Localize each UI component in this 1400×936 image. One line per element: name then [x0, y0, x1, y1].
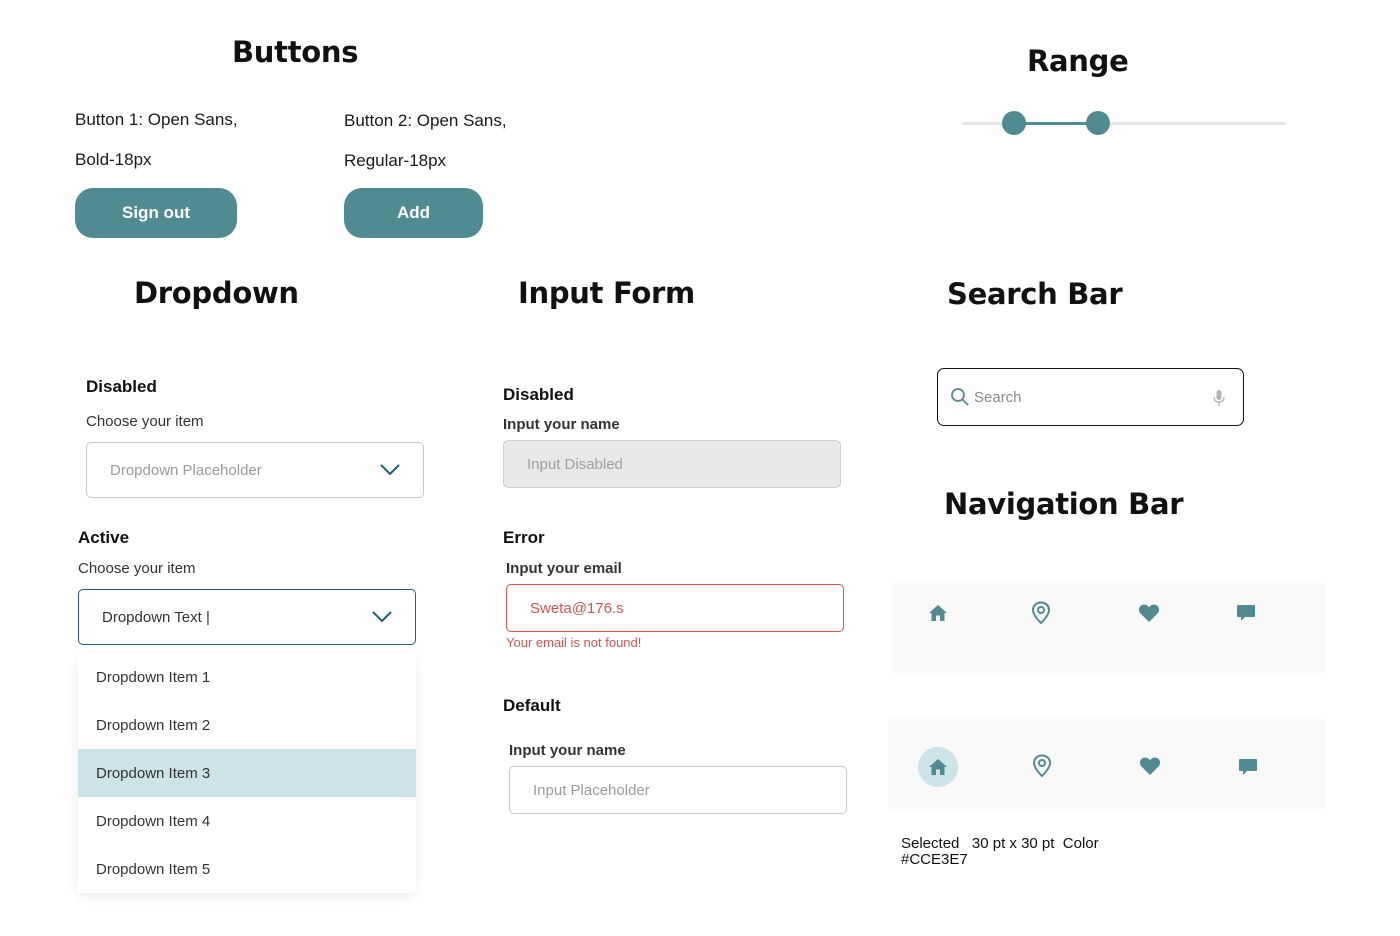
button1-description: Button 1: Open Sans,: [75, 110, 238, 129]
input-disabled-label: Input your name: [503, 416, 620, 433]
dropdown-item[interactable]: Dropdown Item 4: [78, 797, 416, 845]
dropdown-disabled: Dropdown Placeholder: [86, 442, 424, 498]
range-title: Range: [1027, 44, 1129, 78]
buttons-title: Buttons: [232, 35, 359, 69]
search-bar[interactable]: Search: [937, 368, 1244, 426]
dropdown-item[interactable]: Dropdown Item 5: [78, 845, 416, 893]
add-button[interactable]: Add: [344, 188, 483, 238]
dropdown-active-heading: Active: [78, 528, 130, 547]
search-icon: [950, 387, 970, 407]
heart-icon[interactable]: [1135, 751, 1165, 781]
email-field[interactable]: Sweta@176.s: [506, 584, 844, 632]
navigation-note-line: Selected 30 pt x 30 pt Color: [901, 835, 1099, 852]
dropdown-menu: Dropdown Item 1 Dropdown Item 2 Dropdown…: [78, 653, 416, 893]
dropdown-item-selected[interactable]: Dropdown Item 3: [78, 749, 416, 797]
search-input[interactable]: Search: [974, 389, 1022, 406]
dropdown-active-label: Choose your item: [78, 560, 196, 577]
chat-icon[interactable]: [1233, 752, 1263, 782]
chat-icon[interactable]: [1231, 598, 1261, 628]
home-icon[interactable]: [918, 747, 958, 787]
dropdown-item[interactable]: Dropdown Item 2: [78, 701, 416, 749]
dropdown-disabled-placeholder: Dropdown Placeholder: [110, 461, 262, 479]
range-thumb-high[interactable]: [1086, 111, 1111, 135]
dropdown-disabled-label: Choose your item: [86, 413, 204, 430]
microphone-icon[interactable]: [1213, 389, 1225, 411]
button2-description-font: Regular-18px: [344, 151, 447, 170]
dropdown-active-value: Dropdown Text |: [102, 608, 210, 626]
input-form-title: Input Form: [518, 276, 695, 310]
dropdown-disabled-heading: Disabled: [86, 377, 157, 396]
navigation-bar-selected: [888, 719, 1325, 809]
error-message: Your email is not found!: [506, 635, 642, 650]
home-icon[interactable]: [923, 598, 953, 628]
range-slider[interactable]: [962, 110, 1286, 138]
heart-icon[interactable]: [1134, 598, 1164, 628]
input-error-heading: Error: [503, 528, 545, 547]
range-thumb-low[interactable]: [1001, 111, 1026, 135]
button1-description-font: Bold-18px: [75, 150, 152, 169]
dropdown-active[interactable]: Dropdown Text |: [78, 589, 416, 645]
input-disabled-heading: Disabled: [503, 385, 574, 404]
name-field[interactable]: Input Placeholder: [509, 766, 847, 814]
search-bar-title: Search Bar: [947, 277, 1123, 311]
input-default-heading: Default: [503, 696, 561, 715]
input-default-label: Input your name: [509, 742, 626, 759]
navigation-bar-title: Navigation Bar: [944, 487, 1184, 521]
dropdown-item[interactable]: Dropdown Item 1: [78, 653, 416, 701]
input-disabled: Input Disabled: [503, 440, 841, 488]
chevron-down-icon: [379, 463, 401, 481]
navigation-bar-default: [892, 583, 1325, 673]
location-pin-icon[interactable]: [1026, 598, 1056, 628]
chevron-down-icon[interactable]: [371, 610, 393, 628]
input-error-label: Input your email: [506, 560, 622, 577]
navigation-selected-note: Selected 30 pt x 30 pt Color #CCE3E7: [901, 836, 1099, 868]
sign-out-button[interactable]: Sign out: [75, 188, 237, 238]
location-pin-icon[interactable]: [1027, 751, 1057, 781]
navigation-note-color: #CCE3E7: [901, 851, 968, 868]
button2-description: Button 2: Open Sans,: [344, 111, 507, 130]
dropdown-title: Dropdown: [134, 276, 299, 310]
